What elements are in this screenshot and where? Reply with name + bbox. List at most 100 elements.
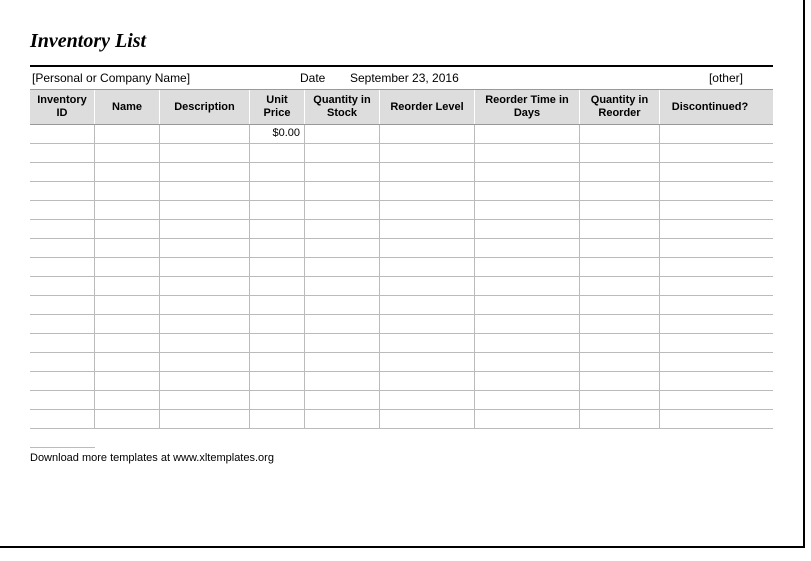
- cell-reorder_level[interactable]: [380, 334, 475, 352]
- cell-qty_reorder[interactable]: [580, 182, 660, 200]
- cell-description[interactable]: [160, 201, 250, 219]
- cell-qty_stock[interactable]: [305, 163, 380, 181]
- cell-reorder_time[interactable]: [475, 144, 580, 162]
- cell-id[interactable]: [30, 296, 95, 314]
- cell-qty_stock[interactable]: [305, 125, 380, 143]
- cell-reorder_time[interactable]: [475, 410, 580, 428]
- cell-unit_price[interactable]: [250, 296, 305, 314]
- cell-name[interactable]: [95, 125, 160, 143]
- cell-reorder_level[interactable]: [380, 353, 475, 371]
- cell-discontinued[interactable]: [660, 239, 760, 257]
- cell-reorder_time[interactable]: [475, 258, 580, 276]
- cell-discontinued[interactable]: [660, 201, 760, 219]
- cell-discontinued[interactable]: [660, 410, 760, 428]
- cell-qty_stock[interactable]: [305, 258, 380, 276]
- cell-description[interactable]: [160, 391, 250, 409]
- cell-name[interactable]: [95, 372, 160, 390]
- cell-qty_stock[interactable]: [305, 334, 380, 352]
- cell-description[interactable]: [160, 372, 250, 390]
- cell-name[interactable]: [95, 296, 160, 314]
- cell-description[interactable]: [160, 315, 250, 333]
- cell-description[interactable]: [160, 258, 250, 276]
- cell-qty_stock[interactable]: [305, 391, 380, 409]
- cell-reorder_time[interactable]: [475, 372, 580, 390]
- cell-description[interactable]: [160, 182, 250, 200]
- cell-discontinued[interactable]: [660, 315, 760, 333]
- cell-qty_reorder[interactable]: [580, 296, 660, 314]
- cell-qty_stock[interactable]: [305, 277, 380, 295]
- cell-qty_stock[interactable]: [305, 144, 380, 162]
- cell-reorder_level[interactable]: [380, 239, 475, 257]
- cell-reorder_level[interactable]: [380, 201, 475, 219]
- cell-discontinued[interactable]: [660, 125, 760, 143]
- cell-reorder_time[interactable]: [475, 353, 580, 371]
- cell-unit_price[interactable]: [250, 220, 305, 238]
- cell-qty_stock[interactable]: [305, 220, 380, 238]
- cell-qty_reorder[interactable]: [580, 258, 660, 276]
- cell-discontinued[interactable]: [660, 182, 760, 200]
- cell-description[interactable]: [160, 163, 250, 181]
- cell-unit_price[interactable]: [250, 334, 305, 352]
- cell-id[interactable]: [30, 391, 95, 409]
- cell-reorder_level[interactable]: [380, 220, 475, 238]
- cell-description[interactable]: [160, 125, 250, 143]
- cell-unit_price[interactable]: $0.00: [250, 125, 305, 143]
- cell-qty_stock[interactable]: [305, 296, 380, 314]
- cell-discontinued[interactable]: [660, 296, 760, 314]
- cell-name[interactable]: [95, 239, 160, 257]
- cell-id[interactable]: [30, 163, 95, 181]
- cell-discontinued[interactable]: [660, 144, 760, 162]
- cell-unit_price[interactable]: [250, 239, 305, 257]
- cell-qty_reorder[interactable]: [580, 277, 660, 295]
- cell-name[interactable]: [95, 201, 160, 219]
- cell-description[interactable]: [160, 353, 250, 371]
- cell-id[interactable]: [30, 277, 95, 295]
- cell-reorder_time[interactable]: [475, 201, 580, 219]
- cell-qty_reorder[interactable]: [580, 144, 660, 162]
- cell-qty_reorder[interactable]: [580, 410, 660, 428]
- cell-id[interactable]: [30, 239, 95, 257]
- cell-discontinued[interactable]: [660, 391, 760, 409]
- cell-id[interactable]: [30, 220, 95, 238]
- cell-id[interactable]: [30, 182, 95, 200]
- cell-name[interactable]: [95, 258, 160, 276]
- cell-reorder_time[interactable]: [475, 391, 580, 409]
- cell-reorder_level[interactable]: [380, 144, 475, 162]
- cell-reorder_time[interactable]: [475, 277, 580, 295]
- cell-unit_price[interactable]: [250, 410, 305, 428]
- cell-reorder_time[interactable]: [475, 182, 580, 200]
- cell-description[interactable]: [160, 296, 250, 314]
- cell-qty_stock[interactable]: [305, 315, 380, 333]
- cell-id[interactable]: [30, 125, 95, 143]
- cell-discontinued[interactable]: [660, 258, 760, 276]
- cell-discontinued[interactable]: [660, 163, 760, 181]
- cell-description[interactable]: [160, 277, 250, 295]
- cell-reorder_level[interactable]: [380, 315, 475, 333]
- cell-unit_price[interactable]: [250, 315, 305, 333]
- cell-reorder_time[interactable]: [475, 334, 580, 352]
- cell-reorder_time[interactable]: [475, 125, 580, 143]
- cell-name[interactable]: [95, 220, 160, 238]
- cell-reorder_level[interactable]: [380, 410, 475, 428]
- cell-qty_reorder[interactable]: [580, 315, 660, 333]
- cell-name[interactable]: [95, 315, 160, 333]
- cell-description[interactable]: [160, 239, 250, 257]
- cell-unit_price[interactable]: [250, 258, 305, 276]
- cell-qty_reorder[interactable]: [580, 391, 660, 409]
- cell-reorder_time[interactable]: [475, 239, 580, 257]
- cell-reorder_time[interactable]: [475, 163, 580, 181]
- cell-name[interactable]: [95, 163, 160, 181]
- cell-description[interactable]: [160, 144, 250, 162]
- cell-reorder_time[interactable]: [475, 296, 580, 314]
- cell-qty_reorder[interactable]: [580, 239, 660, 257]
- cell-reorder_time[interactable]: [475, 315, 580, 333]
- cell-description[interactable]: [160, 334, 250, 352]
- cell-unit_price[interactable]: [250, 391, 305, 409]
- cell-discontinued[interactable]: [660, 334, 760, 352]
- cell-qty_reorder[interactable]: [580, 353, 660, 371]
- cell-id[interactable]: [30, 353, 95, 371]
- cell-reorder_level[interactable]: [380, 277, 475, 295]
- cell-qty_stock[interactable]: [305, 239, 380, 257]
- cell-discontinued[interactable]: [660, 372, 760, 390]
- cell-reorder_level[interactable]: [380, 391, 475, 409]
